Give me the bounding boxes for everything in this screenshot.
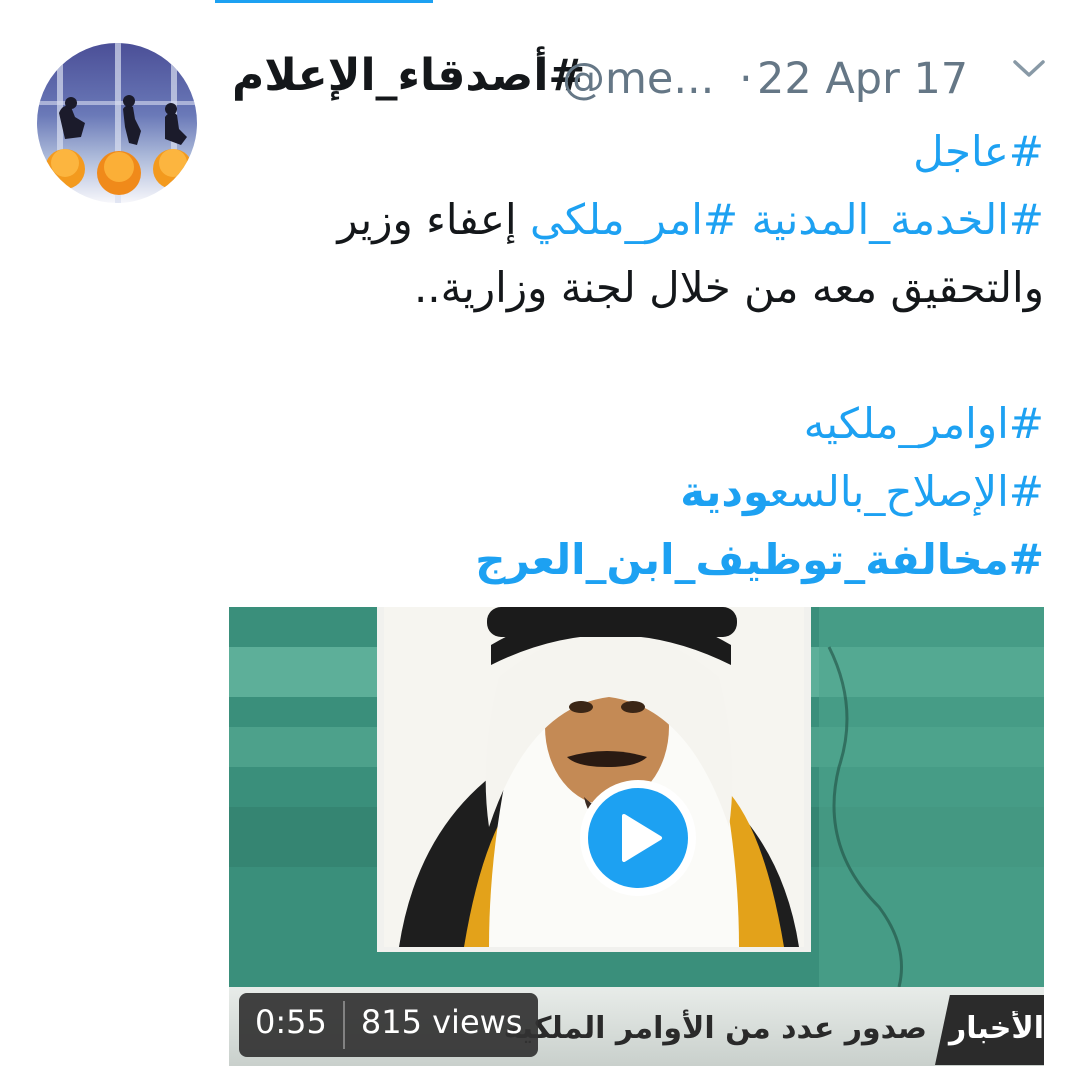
- tweet-line: #عاجل: [214, 118, 1044, 186]
- tweet-date[interactable]: 22 Apr 17: [757, 54, 968, 104]
- play-icon: [622, 814, 662, 862]
- video-info-overlay: 0:55 815 views: [239, 993, 539, 1057]
- video-duration: 0:55: [255, 1003, 327, 1041]
- separator-dot: ·: [739, 54, 753, 104]
- tweet-line: #اوامر_ملكيه: [214, 390, 1044, 458]
- ticker-text: صدور عدد من الأوامر الملكية: [503, 1011, 927, 1046]
- tweet-header: #أصدقاء_الإعلام @me... · 22 Apr 17: [225, 50, 985, 114]
- video-player[interactable]: صدور عدد من الأوامر الملكية الأخبار 0:55…: [229, 607, 1044, 1066]
- avatar[interactable]: [37, 43, 197, 203]
- view-count: 815 views: [360, 1003, 523, 1041]
- tweet-text: #عاجل #الخدمة_المدنية #امر_ملكي إعفاء وزي…: [214, 118, 1044, 594]
- hashtag-link[interactable]: #مخالفة_توظيف_ابن_العرج: [475, 535, 1044, 584]
- play-circle[interactable]: [588, 788, 688, 888]
- tweet-line: #مخالفة_توظيف_ابن_العرج: [214, 526, 1044, 594]
- hashtag-link[interactable]: #الإصلاح_بالسع: [769, 467, 1044, 516]
- tweet-text-segment: والتحقيق معه من خلال لجنة وزارية..: [413, 263, 1044, 312]
- chevron-down-icon[interactable]: [1012, 58, 1046, 80]
- tweet-line: #الخدمة_المدنية #امر_ملكي إعفاء وزير: [214, 186, 1044, 254]
- top-accent-bar: [215, 0, 433, 3]
- tweet-line: #الإصلاح_بالسعودية: [214, 458, 1044, 526]
- tweet-text-segment: إعفاء وزير: [337, 195, 530, 244]
- play-button[interactable]: [580, 780, 696, 896]
- tweet-text-segment: [738, 195, 751, 244]
- hashtag-link[interactable]: #عاجل: [913, 127, 1044, 176]
- ticker-badge-text: الأخبار: [948, 1011, 1044, 1046]
- user-handle[interactable]: @me...: [562, 54, 714, 104]
- hashtag-link[interactable]: ودية: [680, 467, 769, 516]
- hashtag-link[interactable]: #الخدمة_المدنية: [751, 195, 1044, 244]
- tweet-line: والتحقيق معه من خلال لجنة وزارية..: [214, 254, 1044, 322]
- display-name[interactable]: #أصدقاء_الإعلام: [232, 50, 585, 101]
- hashtag-link[interactable]: #اوامر_ملكيه: [804, 399, 1044, 448]
- hashtag-link[interactable]: #امر_ملكي: [530, 195, 738, 244]
